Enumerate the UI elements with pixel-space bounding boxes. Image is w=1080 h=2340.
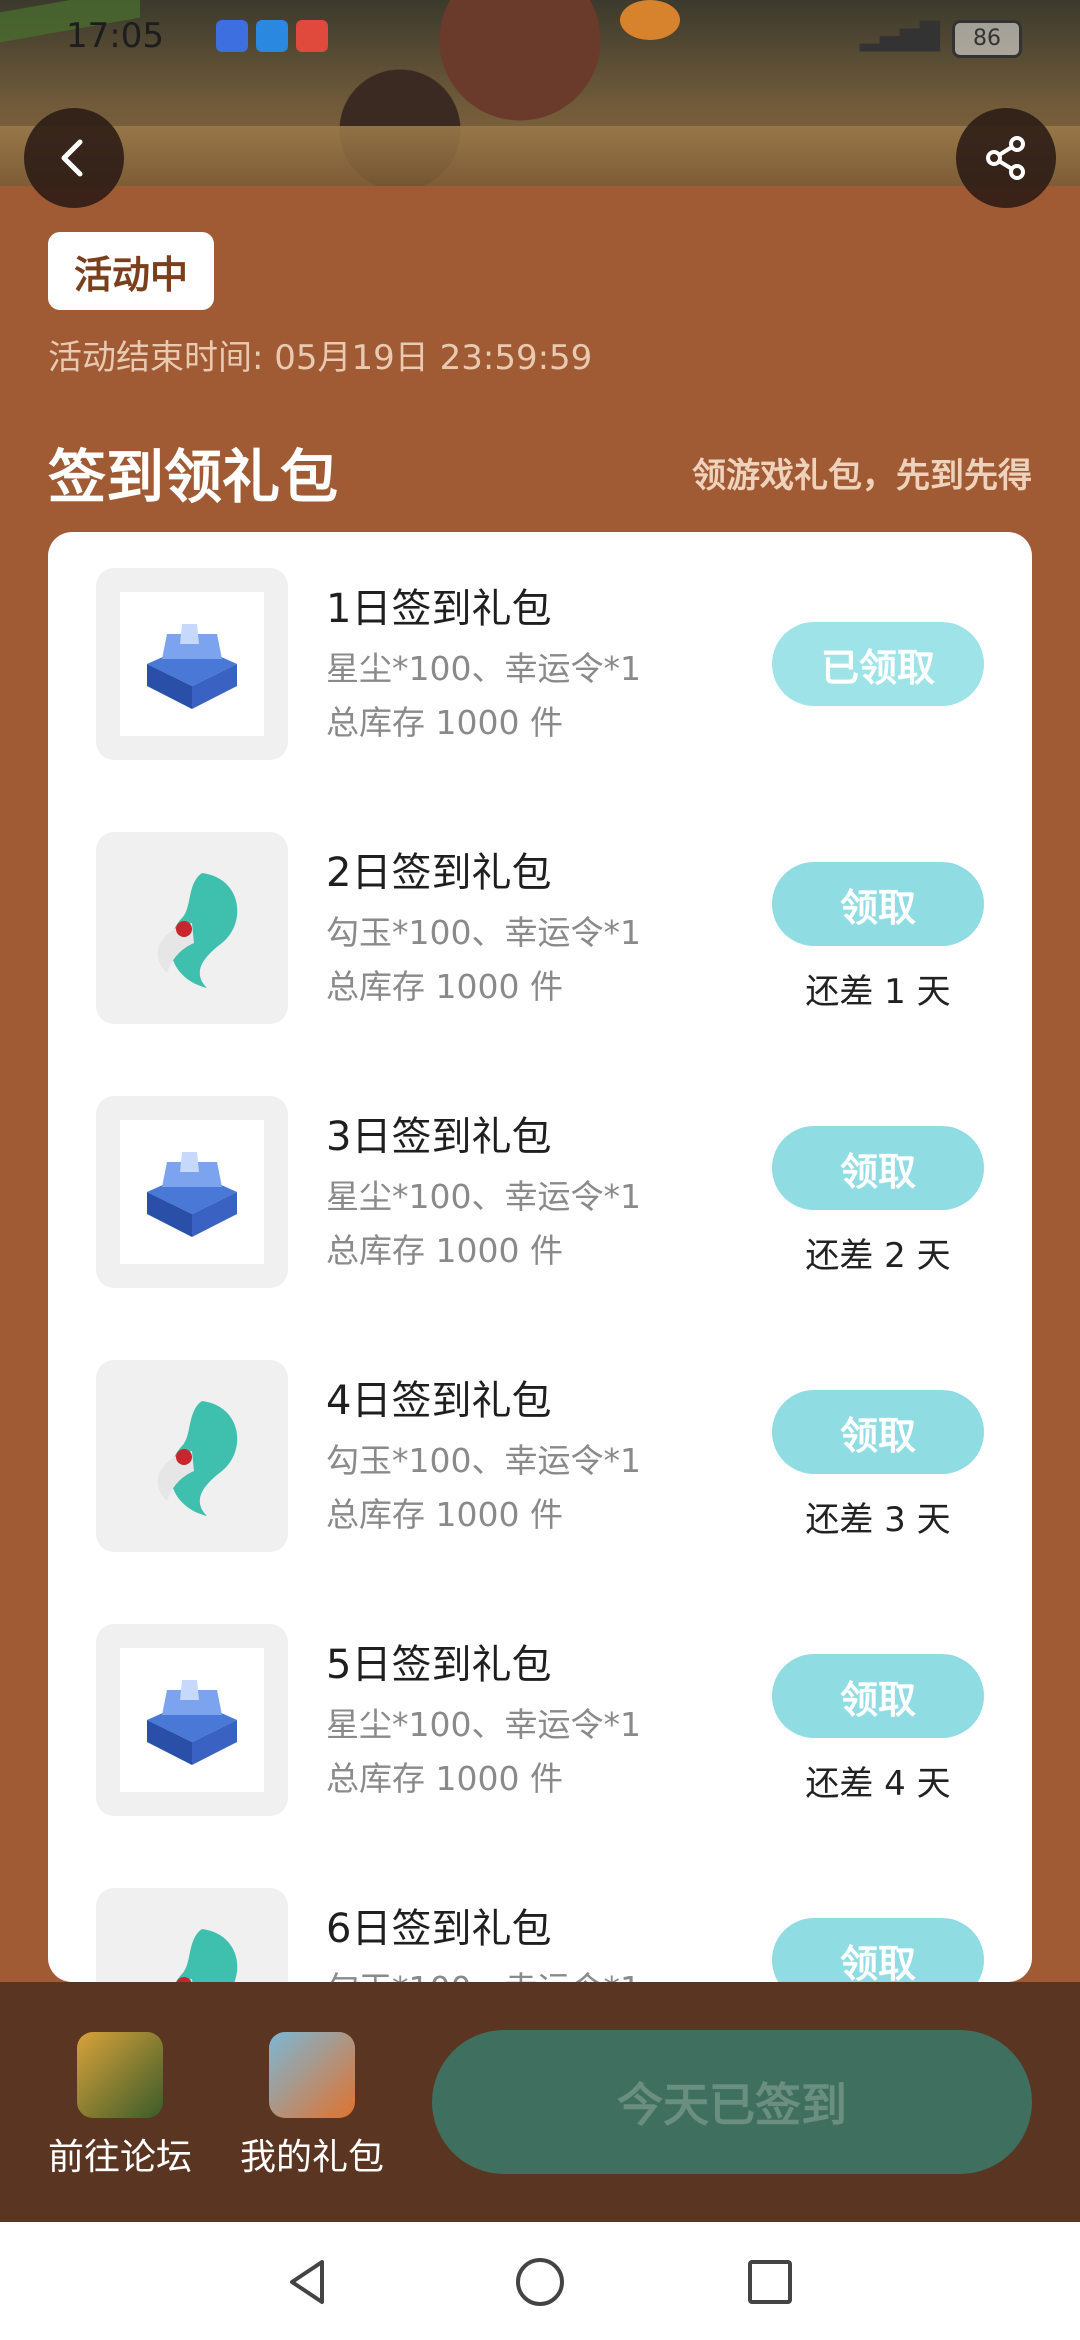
forum-tab[interactable]: 前往论坛 (40, 2032, 200, 2180)
status-time: 17:05 (66, 16, 164, 56)
forum-app-icon (77, 2032, 163, 2118)
gift-stock: 总库存 1000 件 (326, 1231, 563, 1270)
gift-row: 1日签到礼包 星尘*100、幸运令*1 总库存 1000 件 已领取 (48, 532, 1032, 796)
bottom-action-bar: 前往论坛 我的礼包 今天已签到 (0, 1982, 1080, 2222)
chest-icon (147, 1152, 237, 1237)
app-icon (296, 20, 328, 52)
gift-name: 3日签到礼包 (326, 1114, 552, 1160)
share-button[interactable] (956, 108, 1056, 208)
claim-button[interactable]: 领取 (772, 1654, 984, 1738)
claim-button[interactable]: 领取 (772, 1390, 984, 1474)
gift-name: 6日签到礼包 (326, 1906, 552, 1952)
back-arrow-icon (61, 139, 83, 177)
gift-row: 3日签到礼包 星尘*100、幸运令*1 总库存 1000 件 领取 还差 2 天 (48, 1060, 1032, 1324)
days-remaining: 还差 2 天 (805, 1236, 951, 1276)
my-gifts-label: 我的礼包 (239, 2137, 384, 2178)
section-title: 签到领礼包 (48, 443, 339, 511)
status-bar: 17:05 ▂▄▆█ 86 (0, 0, 1080, 74)
signin-button[interactable]: 今天已签到 (432, 2030, 1032, 2174)
claim-button[interactable]: 领取 (772, 1126, 984, 1210)
jade-icon (176, 1929, 238, 1982)
claim-button[interactable]: 领取 (772, 862, 984, 946)
gift-row: 4日签到礼包 勾玉*100、幸运令*1 总库存 1000 件 领取 还差 3 天 (48, 1324, 1032, 1588)
gift-thumbnail (96, 1624, 288, 1816)
nav-home-icon[interactable] (514, 2256, 566, 2308)
signal-icon: ▂▄▆█ (860, 22, 940, 52)
claimed-button[interactable]: 已领取 (772, 622, 984, 706)
gift-stock: 总库存 1000 件 (326, 703, 563, 742)
days-remaining: 还差 3 天 (805, 1500, 951, 1540)
nav-recents-icon[interactable] (744, 2256, 796, 2308)
gift-thumbnail (96, 832, 288, 1024)
gift-contents: 星尘*100、幸运令*1 (326, 1705, 641, 1744)
gift-stock: 总库存 1000 件 (326, 967, 563, 1006)
gift-contents: 勾玉*100、幸运令*1 (326, 1441, 641, 1480)
gift-box-icon (269, 2032, 355, 2118)
gift-name: 5日签到礼包 (326, 1642, 552, 1688)
days-remaining: 还差 1 天 (805, 972, 951, 1012)
gift-list: 1日签到礼包 星尘*100、幸运令*1 总库存 1000 件 已领取 2日签到礼… (48, 532, 1032, 1982)
gift-contents: 勾玉*100、幸运令*1 (326, 1962, 641, 1982)
claim-button[interactable]: 领取 (772, 1918, 984, 1982)
gift-row: 2日签到礼包 勾玉*100、幸运令*1 总库存 1000 件 领取 还差 1 天 (48, 796, 1032, 1060)
gift-name: 2日签到礼包 (326, 850, 552, 896)
gift-contents: 星尘*100、幸运令*1 (326, 649, 641, 688)
notification-icon (216, 20, 248, 52)
gift-contents: 星尘*100、幸运令*1 (326, 1177, 641, 1216)
gift-row: 5日签到礼包 星尘*100、幸运令*1 总库存 1000 件 领取 还差 4 天 (48, 1588, 1032, 1852)
activity-end-time: 活动结束时间: 05月19日 23:59:59 (48, 338, 593, 378)
gift-thumbnail (96, 1360, 288, 1552)
gift-stock: 总库存 1000 件 (326, 1495, 563, 1534)
chest-icon (147, 1680, 237, 1765)
back-button[interactable] (24, 108, 124, 208)
jade-icon (157, 1401, 238, 1516)
gift-stock: 总库存 1000 件 (326, 1759, 563, 1798)
my-gifts-tab[interactable]: 我的礼包 (232, 2032, 392, 2180)
status-badge: 活动中 (48, 232, 215, 310)
nav-back-icon[interactable] (282, 2256, 334, 2308)
chest-icon (147, 624, 237, 709)
gift-thumbnail (96, 1096, 288, 1288)
gift-thumbnail (96, 1888, 288, 1982)
share-icon (986, 136, 1025, 180)
system-nav-bar (0, 2222, 1080, 2340)
jade-icon (157, 873, 238, 988)
forum-label: 前往论坛 (47, 2137, 192, 2178)
gift-name: 1日签到礼包 (326, 586, 552, 632)
section-subtitle: 领游戏礼包，先到先得 (692, 456, 1032, 496)
search-icon (256, 20, 288, 52)
gift-thumbnail (96, 568, 288, 760)
gift-row: 6日签到礼包 勾玉*100、幸运令*1 领取 (48, 1852, 1032, 1982)
battery-indicator: 86 (952, 20, 1022, 58)
gift-name: 4日签到礼包 (326, 1378, 552, 1424)
gift-contents: 勾玉*100、幸运令*1 (326, 913, 641, 952)
days-remaining: 还差 4 天 (805, 1764, 951, 1804)
